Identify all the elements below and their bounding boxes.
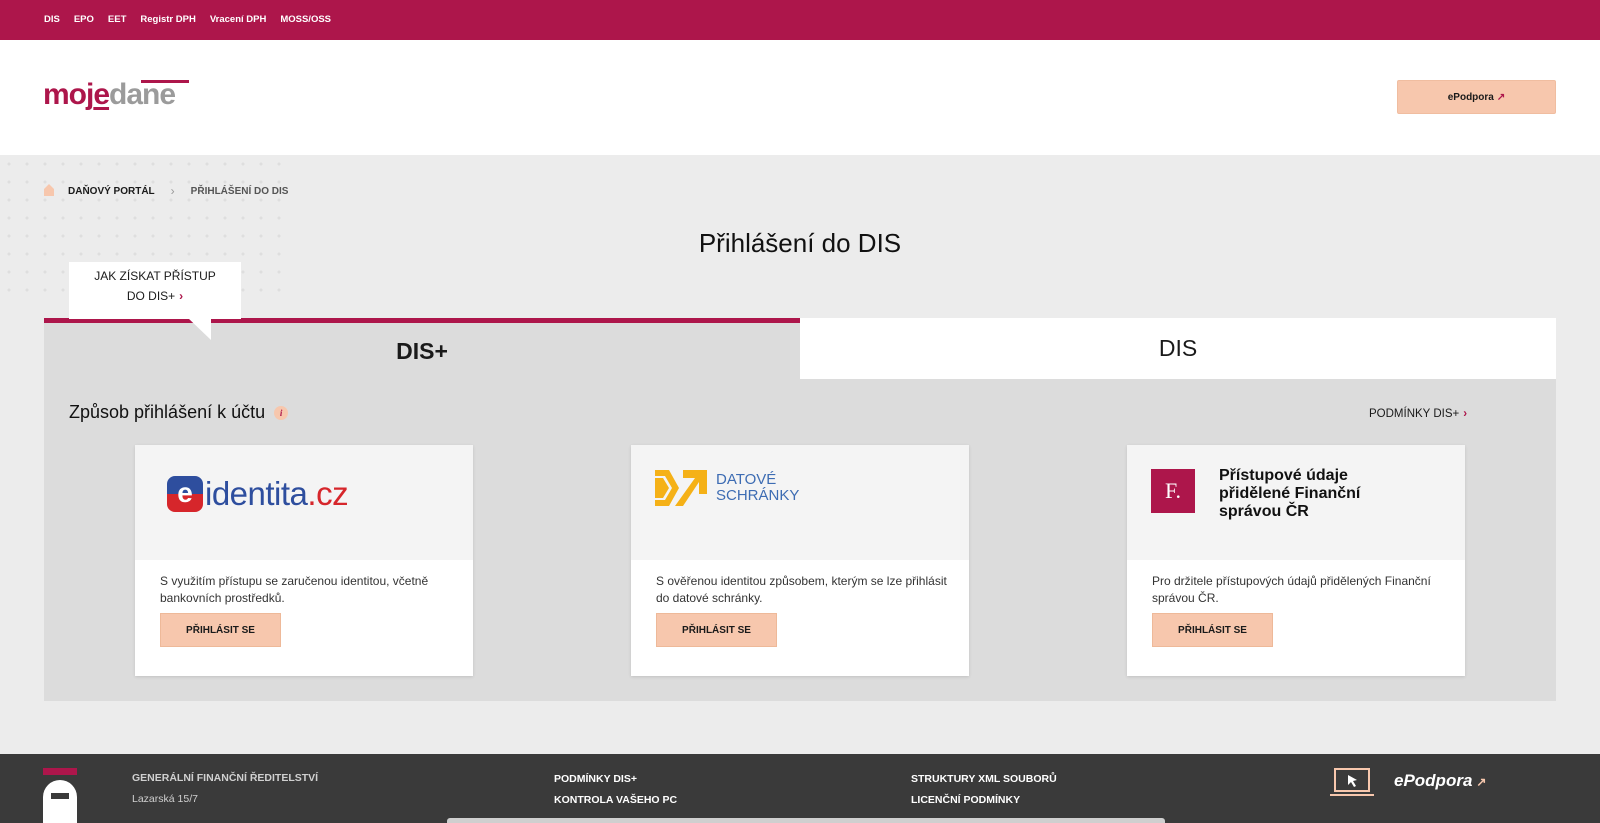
laptop-cursor-icon [1330, 768, 1374, 798]
login-button-eidentita[interactable]: PŘIHLÁSIT SE [160, 613, 281, 647]
breadcrumb-separator: › [170, 184, 175, 198]
page-title: Přihlášení do DIS [698, 228, 902, 258]
breadcrumb-item-danovy-portal[interactable]: DAŇOVÝ PORTÁL [68, 186, 155, 197]
login-button-datove-schranky[interactable]: PŘIHLÁSIT SE [656, 613, 777, 647]
footer: GENERÁLNÍ FINANČNÍ ŘEDITELSTVÍ Lazarská … [0, 754, 1600, 823]
logo-part-e: e [93, 78, 110, 111]
footer-epodpora-label: ePodpora [1394, 771, 1473, 790]
chevron-right-icon: › [179, 289, 184, 303]
footer-org: GENERÁLNÍ FINANČNÍ ŘEDITELSTVÍ Lazarská … [132, 768, 318, 810]
logo-macron [141, 80, 189, 83]
datove-schranky-wordmark: DATOVÉ SCHRÁNKY [716, 472, 799, 504]
card-description: S využitím přístupu se zaručenou identit… [160, 574, 429, 605]
top-nav-dis[interactable]: DIS [44, 14, 60, 25]
epodpora-button[interactable]: ePodpora ↗ [1397, 80, 1556, 114]
footer-link-kontrola-pc[interactable]: KONTROLA VAŠEHO PC [554, 790, 677, 811]
breadcrumb-item-current: PŘIHLÁŠENÍ DO DIS [190, 185, 289, 197]
top-nav: DIS EPO EET Registr DPH Vracení DPH MOSS… [44, 14, 331, 25]
login-method-heading: Způsob přihlášení k účtu i [69, 402, 289, 423]
login-card-datove-schranky: DATOVÉ SCHRÁNKY S ověřenou identitou způ… [631, 445, 969, 676]
card-description: S ověřenou identitou způsobem, kterým se… [656, 574, 947, 605]
mojedane-logo[interactable]: mojedane [43, 78, 176, 112]
arrow-up-right-icon: ↗ [1476, 775, 1487, 789]
fs-credentials-title: Přístupové údaje přidělené Finanční sprá… [1219, 467, 1361, 520]
footer-epodpora-link[interactable]: ePodpora ↗ [1394, 771, 1486, 791]
card-logo-area: e identita.cz [135, 445, 473, 560]
card-description: Pro držitele přístupových údajů přidělen… [1152, 574, 1431, 605]
chevron-right-icon: › [1463, 408, 1468, 420]
eidentita-logo: e identita.cz [167, 475, 349, 513]
top-nav-registr-dph[interactable]: Registr DPH [140, 14, 195, 25]
footer-col-dis: PODMÍNKY DIS+ KONTROLA VAŠEHO PC [554, 769, 677, 811]
tab-dis-plus[interactable]: DIS+ [44, 318, 800, 379]
top-nav-vraceni-dph[interactable]: Vracení DPH [210, 14, 267, 25]
footer-logo-bar [43, 768, 77, 775]
footer-address: Lazarská 15/7 [132, 793, 198, 805]
tab-dis[interactable]: DIS [800, 318, 1556, 379]
top-nav-epo[interactable]: EPO [74, 14, 94, 25]
eidentita-wordmark: identita.cz [205, 475, 349, 513]
login-card-eidentita: e identita.cz S využitím přístupu se zar… [135, 445, 473, 676]
login-panel: Způsob přihlášení k účtu i PODMÍNKY DIS+… [44, 379, 1556, 701]
footer-org-name: GENERÁLNÍ FINANČNÍ ŘEDITELSTVÍ [132, 772, 319, 784]
howto-line2: DO DIS+ [126, 289, 176, 303]
footer-link-xml[interactable]: STRUKTURY XML SOUBORŮ [911, 769, 1057, 790]
card-logo-area: F. Přístupové údaje přidělené Finanční s… [1127, 445, 1465, 560]
login-card-fs-credentials: F. Přístupové údaje přidělené Finanční s… [1127, 445, 1465, 676]
financni-sprava-logo: F. [1151, 469, 1195, 513]
logo-part-moj: moj [43, 78, 94, 111]
footer-link-podminky[interactable]: PODMÍNKY DIS+ [554, 769, 677, 790]
card-logo-area: DATOVÉ SCHRÁNKY [631, 445, 969, 560]
howto-line1: JAK ZÍSKAT PŘÍSTUP [94, 269, 216, 283]
datove-schranky-logo: DATOVÉ SCHRÁNKY [655, 470, 799, 506]
home-icon[interactable] [44, 184, 54, 196]
eidentita-e-mark: e [167, 476, 203, 512]
dis-plus-conditions-link[interactable]: PODMÍNKY DIS+ › [1369, 408, 1467, 420]
top-bar: DIS EPO EET Registr DPH Vracení DPH MOSS… [0, 0, 1600, 40]
footer-logo-icon [43, 780, 77, 823]
datove-schranky-line1: DATOVÉ [716, 471, 777, 488]
tooltip-tail [188, 318, 211, 340]
datove-schranky-line2: SCHRÁNKY [716, 487, 800, 504]
footer-link-licence[interactable]: LICENČNÍ PODMÍNKY [911, 790, 1057, 811]
top-nav-eet[interactable]: EET [108, 14, 126, 25]
info-icon[interactable]: i [274, 405, 289, 420]
datove-schranky-arrows-icon [655, 470, 709, 506]
top-nav-moss-oss[interactable]: MOSS/OSS [280, 14, 331, 25]
conditions-link-label: PODMÍNKY DIS+ [1369, 408, 1460, 420]
eidentita-main: identita [205, 475, 308, 512]
login-button-fs-credentials[interactable]: PŘIHLÁSIT SE [1152, 613, 1273, 647]
footer-col-docs: STRUKTURY XML SOUBORŮ LICENČNÍ PODMÍNKY [911, 769, 1057, 811]
howto-access-link[interactable]: JAK ZÍSKAT PŘÍSTUP DO DIS+ › [69, 262, 241, 319]
arrow-up-right-icon: ↗ [1496, 91, 1506, 103]
horizontal-scrollbar[interactable] [447, 818, 1165, 823]
breadcrumb: DAŇOVÝ PORTÁL › PŘIHLÁŠENÍ DO DIS [44, 184, 288, 198]
login-method-heading-text: Způsob přihlášení k účtu [69, 402, 266, 422]
header: mojedane ePodpora ↗ [0, 40, 1600, 155]
eidentita-tld: .cz [307, 475, 349, 512]
epodpora-button-label: ePodpora [1447, 91, 1494, 103]
